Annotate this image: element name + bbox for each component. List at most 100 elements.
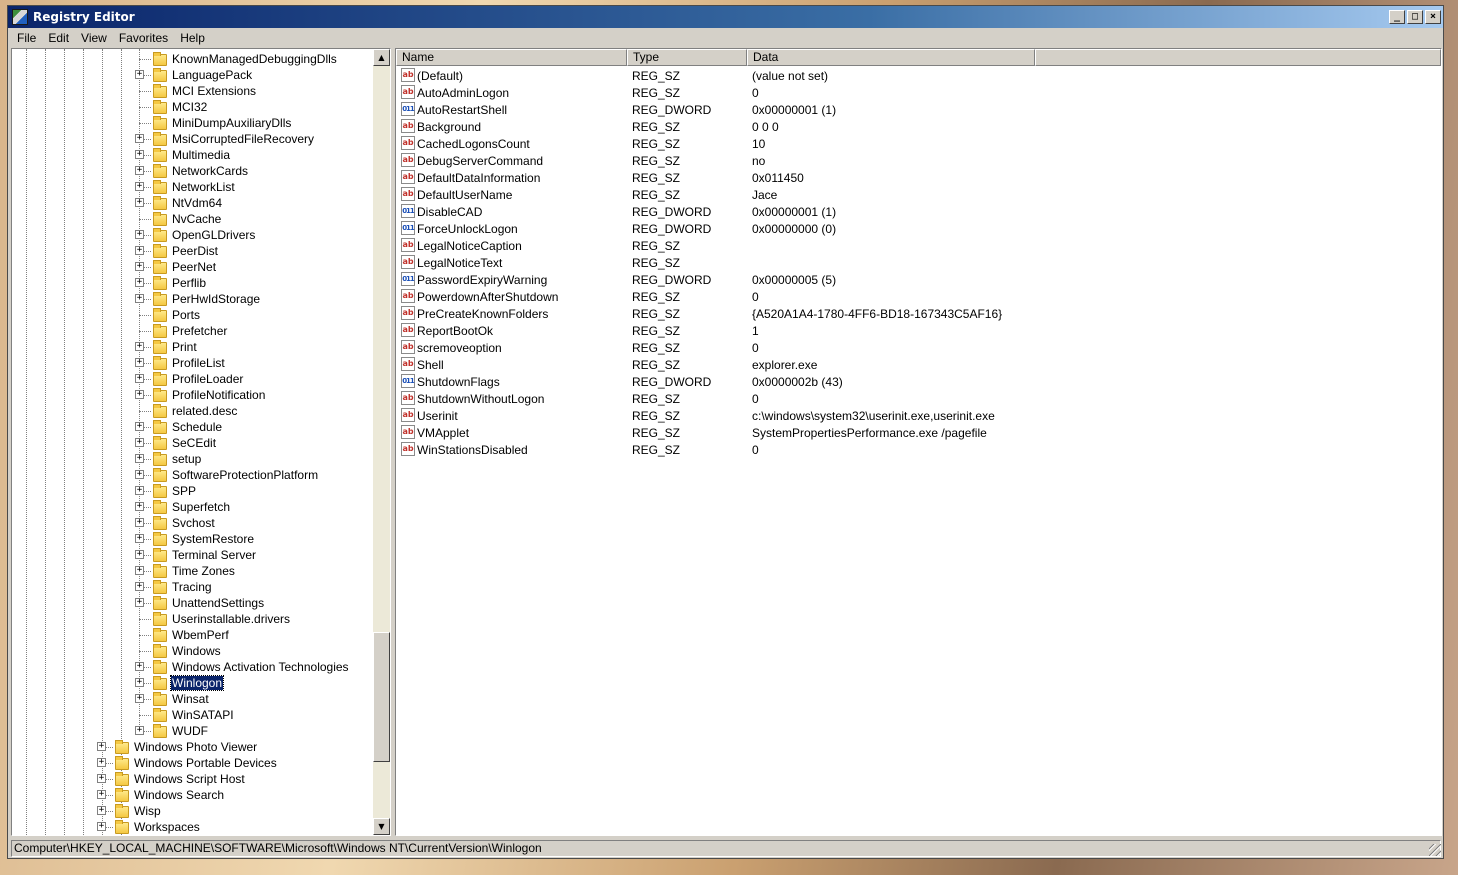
key-tree-pane[interactable]: KnownManagedDebuggingDlls + LanguagePack MC… bbox=[11, 48, 391, 836]
tree-scrollbar[interactable]: ▲ ▼ bbox=[373, 49, 390, 835]
value-row[interactable]: ab Background REG_SZ 0 0 0 bbox=[396, 118, 1441, 135]
tree-node-peerdist[interactable]: + PeerDist bbox=[12, 243, 372, 259]
tree-node-peernet[interactable]: + PeerNet bbox=[12, 259, 372, 275]
tree-node-windows[interactable]: Windows bbox=[12, 643, 372, 659]
value-row[interactable]: ab LegalNoticeCaption REG_SZ bbox=[396, 237, 1441, 254]
expand-icon[interactable]: + bbox=[135, 182, 144, 191]
scroll-thumb[interactable] bbox=[373, 632, 390, 762]
value-row[interactable]: ab PreCreateKnownFolders REG_SZ {A520A1A4-1… bbox=[396, 305, 1441, 322]
expand-icon[interactable]: + bbox=[135, 694, 144, 703]
value-row[interactable]: ab DefaultDataInformation REG_SZ 0x011450 bbox=[396, 169, 1441, 186]
tree-node-workspaces[interactable]: + Workspaces bbox=[12, 819, 372, 835]
value-row[interactable]: 011 ShutdownFlags REG_DWORD 0x0000002b (43) bbox=[396, 373, 1441, 390]
expand-icon[interactable]: + bbox=[97, 806, 106, 815]
expand-icon[interactable]: + bbox=[97, 774, 106, 783]
tree-node-superfetch[interactable]: + Superfetch bbox=[12, 499, 372, 515]
tree-node-perflib[interactable]: + Perflib bbox=[12, 275, 372, 291]
expand-icon[interactable]: + bbox=[135, 598, 144, 607]
value-row[interactable]: ab scremoveoption REG_SZ 0 bbox=[396, 339, 1441, 356]
tree-node-windows-portable-devices[interactable]: + Windows Portable Devices bbox=[12, 755, 372, 771]
value-row[interactable]: ab CachedLogonsCount REG_SZ 10 bbox=[396, 135, 1441, 152]
tree-node-mci32[interactable]: MCI32 bbox=[12, 99, 372, 115]
expand-icon[interactable]: + bbox=[135, 470, 144, 479]
value-row[interactable]: ab ShutdownWithoutLogon REG_SZ 0 bbox=[396, 390, 1441, 407]
expand-icon[interactable]: + bbox=[135, 278, 144, 287]
tree-node-related-desc[interactable]: related.desc bbox=[12, 403, 372, 419]
tree-node-profileloader[interactable]: + ProfileLoader bbox=[12, 371, 372, 387]
tree-node-windows-activation-technologies[interactable]: + Windows Activation Technologies bbox=[12, 659, 372, 675]
tree-node-userinstallable-drivers[interactable]: Userinstallable.drivers bbox=[12, 611, 372, 627]
value-row[interactable]: ab DebugServerCommand REG_SZ no bbox=[396, 152, 1441, 169]
values-list-pane[interactable]: Name Type Data ab (Default) REG_SZ (value n… bbox=[395, 48, 1442, 836]
expand-icon[interactable]: + bbox=[135, 726, 144, 735]
expand-icon[interactable]: + bbox=[97, 758, 106, 767]
tree-node-tracing[interactable]: + Tracing bbox=[12, 579, 372, 595]
expand-icon[interactable]: + bbox=[135, 262, 144, 271]
tree-node-networkcards[interactable]: + NetworkCards bbox=[12, 163, 372, 179]
expand-icon[interactable]: + bbox=[135, 150, 144, 159]
tree-node-spp[interactable]: + SPP bbox=[12, 483, 372, 499]
expand-icon[interactable]: + bbox=[135, 70, 144, 79]
expand-icon[interactable]: + bbox=[135, 486, 144, 495]
scroll-down-icon[interactable]: ▼ bbox=[373, 818, 390, 835]
value-row[interactable]: ab Shell REG_SZ explorer.exe bbox=[396, 356, 1441, 373]
tree-node-wudf[interactable]: + WUDF bbox=[12, 723, 372, 739]
tree-node-profilelist[interactable]: + ProfileList bbox=[12, 355, 372, 371]
column-header-data[interactable]: Data bbox=[747, 49, 1035, 66]
maximize-button[interactable]: □ bbox=[1407, 10, 1423, 24]
value-row[interactable]: ab ReportBootOk REG_SZ 1 bbox=[396, 322, 1441, 339]
expand-icon[interactable]: + bbox=[135, 662, 144, 671]
tree-node-setup[interactable]: + setup bbox=[12, 451, 372, 467]
tree-node-wbemperf[interactable]: WbemPerf bbox=[12, 627, 372, 643]
value-row[interactable]: ab DefaultUserName REG_SZ Jace bbox=[396, 186, 1441, 203]
expand-icon[interactable]: + bbox=[135, 678, 144, 687]
tree-node-secedit[interactable]: + SeCEdit bbox=[12, 435, 372, 451]
tree-node-winsat[interactable]: + Winsat bbox=[12, 691, 372, 707]
tree-node-languagepack[interactable]: + LanguagePack bbox=[12, 67, 372, 83]
column-header-name[interactable]: Name bbox=[396, 49, 627, 66]
tree-node-ports[interactable]: Ports bbox=[12, 307, 372, 323]
expand-icon[interactable]: + bbox=[135, 374, 144, 383]
expand-icon[interactable]: + bbox=[135, 502, 144, 511]
tree-node-svchost[interactable]: + Svchost bbox=[12, 515, 372, 531]
tree-node-windows-search[interactable]: + Windows Search bbox=[12, 787, 372, 803]
minimize-button[interactable]: _ bbox=[1389, 10, 1405, 24]
tree-node-winlogon[interactable]: + Winlogon bbox=[12, 675, 372, 691]
resize-grip-icon[interactable] bbox=[1429, 844, 1441, 856]
tree-node-unattendsettings[interactable]: + UnattendSettings bbox=[12, 595, 372, 611]
value-row[interactable]: ab PowerdownAfterShutdown REG_SZ 0 bbox=[396, 288, 1441, 305]
tree-node-mci-extensions[interactable]: MCI Extensions bbox=[12, 83, 372, 99]
expand-icon[interactable]: + bbox=[135, 358, 144, 367]
scroll-up-icon[interactable]: ▲ bbox=[373, 49, 390, 66]
expand-icon[interactable]: + bbox=[135, 390, 144, 399]
value-row[interactable]: 011 ForceUnlockLogon REG_DWORD 0x00000000 (… bbox=[396, 220, 1441, 237]
expand-icon[interactable]: + bbox=[135, 198, 144, 207]
expand-icon[interactable]: + bbox=[97, 822, 106, 831]
menu-file[interactable]: File bbox=[11, 31, 42, 45]
value-row[interactable]: ab VMApplet REG_SZ SystemPropertiesPerforma… bbox=[396, 424, 1441, 441]
tree-node-networklist[interactable]: + NetworkList bbox=[12, 179, 372, 195]
title-bar[interactable]: Registry Editor _ □ × bbox=[8, 6, 1443, 28]
value-row[interactable]: 011 DisableCAD REG_DWORD 0x00000001 (1) bbox=[396, 203, 1441, 220]
expand-icon[interactable]: + bbox=[135, 294, 144, 303]
tree-node-perhwidstorage[interactable]: + PerHwIdStorage bbox=[12, 291, 372, 307]
menu-favorites[interactable]: Favorites bbox=[113, 31, 174, 45]
value-row[interactable]: ab AutoAdminLogon REG_SZ 0 bbox=[396, 84, 1441, 101]
value-row[interactable]: ab (Default) REG_SZ (value not set) bbox=[396, 67, 1441, 84]
expand-icon[interactable]: + bbox=[135, 534, 144, 543]
tree-node-opengldrivers[interactable]: + OpenGLDrivers bbox=[12, 227, 372, 243]
tree-node-windows-script-host[interactable]: + Windows Script Host bbox=[12, 771, 372, 787]
tree-node-msicorruptedfilerecovery[interactable]: + MsiCorruptedFileRecovery bbox=[12, 131, 372, 147]
expand-icon[interactable]: + bbox=[135, 582, 144, 591]
tree-node-multimedia[interactable]: + Multimedia bbox=[12, 147, 372, 163]
expand-icon[interactable]: + bbox=[135, 566, 144, 575]
expand-icon[interactable]: + bbox=[97, 790, 106, 799]
tree-node-knownmanageddebuggingdlls[interactable]: KnownManagedDebuggingDlls bbox=[12, 51, 372, 67]
expand-icon[interactable]: + bbox=[135, 134, 144, 143]
tree-node-print[interactable]: + Print bbox=[12, 339, 372, 355]
expand-icon[interactable]: + bbox=[135, 518, 144, 527]
tree-node-terminal-server[interactable]: + Terminal Server bbox=[12, 547, 372, 563]
tree-node-softwareprotectionplatform[interactable]: + SoftwareProtectionPlatform bbox=[12, 467, 372, 483]
tree-node-nvcache[interactable]: NvCache bbox=[12, 211, 372, 227]
expand-icon[interactable]: + bbox=[135, 454, 144, 463]
